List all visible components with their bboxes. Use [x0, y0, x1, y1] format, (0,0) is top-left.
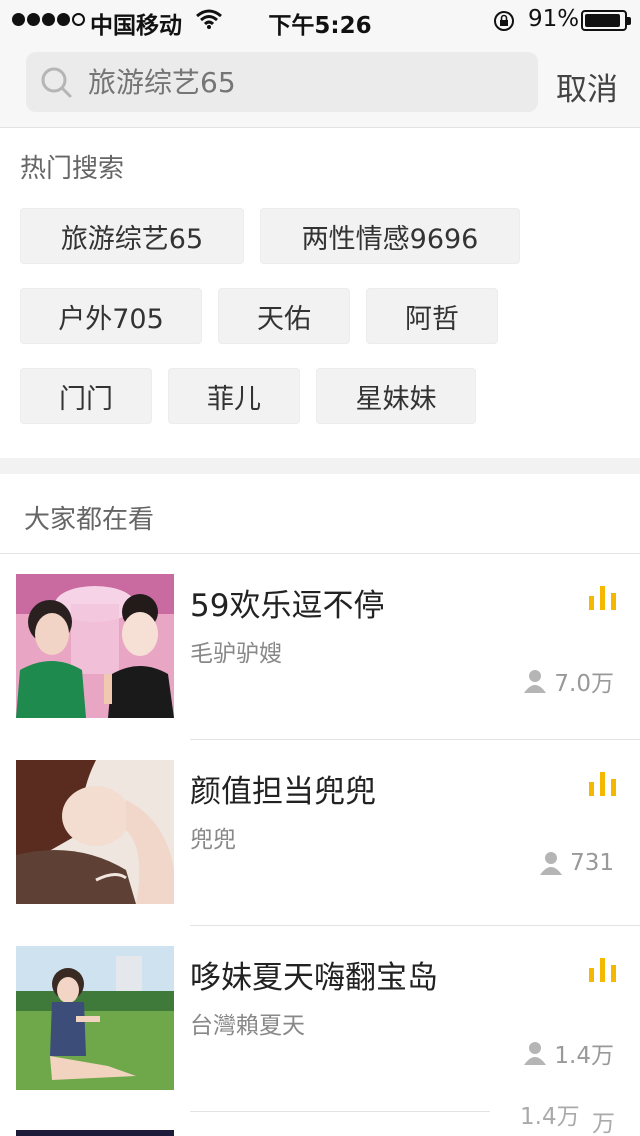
- stream-title: 59欢乐逗不停: [190, 588, 385, 624]
- status-bar: 中国移动 下午5:26 91%: [0, 0, 640, 40]
- search-header: 取消: [0, 40, 640, 128]
- search-input[interactable]: [88, 52, 518, 112]
- row-divider: [190, 1111, 490, 1112]
- hot-tag[interactable]: 旅游综艺65: [20, 208, 244, 264]
- stream-thumbnail-peek: [16, 1130, 174, 1136]
- hot-tag[interactable]: 户外705: [20, 288, 202, 344]
- search-box[interactable]: [26, 52, 538, 112]
- battery-icon: [581, 10, 631, 31]
- cancel-button[interactable]: 取消: [556, 64, 618, 109]
- stream-title: 颜值担当兜兜: [190, 774, 376, 810]
- host-name: 台灣賴夏天: [190, 1013, 305, 1039]
- live-bars-icon: [589, 772, 616, 796]
- person-icon: [540, 852, 563, 875]
- section-divider: [0, 458, 640, 474]
- battery-percentage: 91%: [528, 6, 580, 32]
- host-name: 毛驴驴嫂: [190, 641, 282, 667]
- live-bars-icon: [589, 958, 616, 982]
- viewer-count: 731: [540, 850, 614, 876]
- stream-thumbnail: [16, 574, 174, 718]
- ghost-viewer-count: 1.4万: [520, 1104, 580, 1130]
- hot-tag[interactable]: 两性情感9696: [260, 208, 520, 264]
- hot-tag[interactable]: 菲儿: [168, 368, 300, 424]
- rotation-lock-icon: [492, 10, 516, 38]
- hot-tag[interactable]: 门门: [20, 368, 152, 424]
- stream-thumbnail: [16, 946, 174, 1090]
- ghost-unit: 万: [592, 1111, 615, 1136]
- live-list-item[interactable]: 59欢乐逗不停 毛驴驴嫂 7.0万: [0, 554, 640, 740]
- viewer-count-text: 1.4万: [554, 1043, 614, 1069]
- viewer-count-text: 731: [570, 850, 614, 876]
- hot-tag[interactable]: 天佑: [218, 288, 350, 344]
- live-bars-icon: [589, 586, 616, 610]
- hot-tag[interactable]: 星妹妹: [316, 368, 476, 424]
- watching-header: 大家都在看: [0, 474, 640, 554]
- person-icon: [524, 1042, 547, 1065]
- viewer-count: 7.0万: [524, 664, 614, 698]
- hot-search-title: 热门搜索: [20, 154, 125, 184]
- viewer-count-text: 7.0万: [554, 671, 614, 697]
- live-list-item[interactable]: 哆妹夏天嗨翻宝岛 台灣賴夏天 1.4万: [0, 926, 640, 1112]
- search-icon: [41, 67, 72, 98]
- live-list-item[interactable]: 颜值担当兜兜 兜兜 731: [0, 740, 640, 926]
- host-name: 兜兜: [190, 827, 236, 853]
- person-icon: [524, 670, 547, 693]
- stream-title: 哆妹夏天嗨翻宝岛: [190, 960, 438, 996]
- hot-tag[interactable]: 阿哲: [366, 288, 498, 344]
- viewer-count: 1.4万: [524, 1036, 614, 1070]
- watching-title: 大家都在看: [24, 505, 155, 535]
- hot-search-section: 热门搜索 旅游综艺65 两性情感9696 户外705 天佑 阿哲 门门 菲儿 星…: [0, 128, 640, 458]
- stream-thumbnail: [16, 760, 174, 904]
